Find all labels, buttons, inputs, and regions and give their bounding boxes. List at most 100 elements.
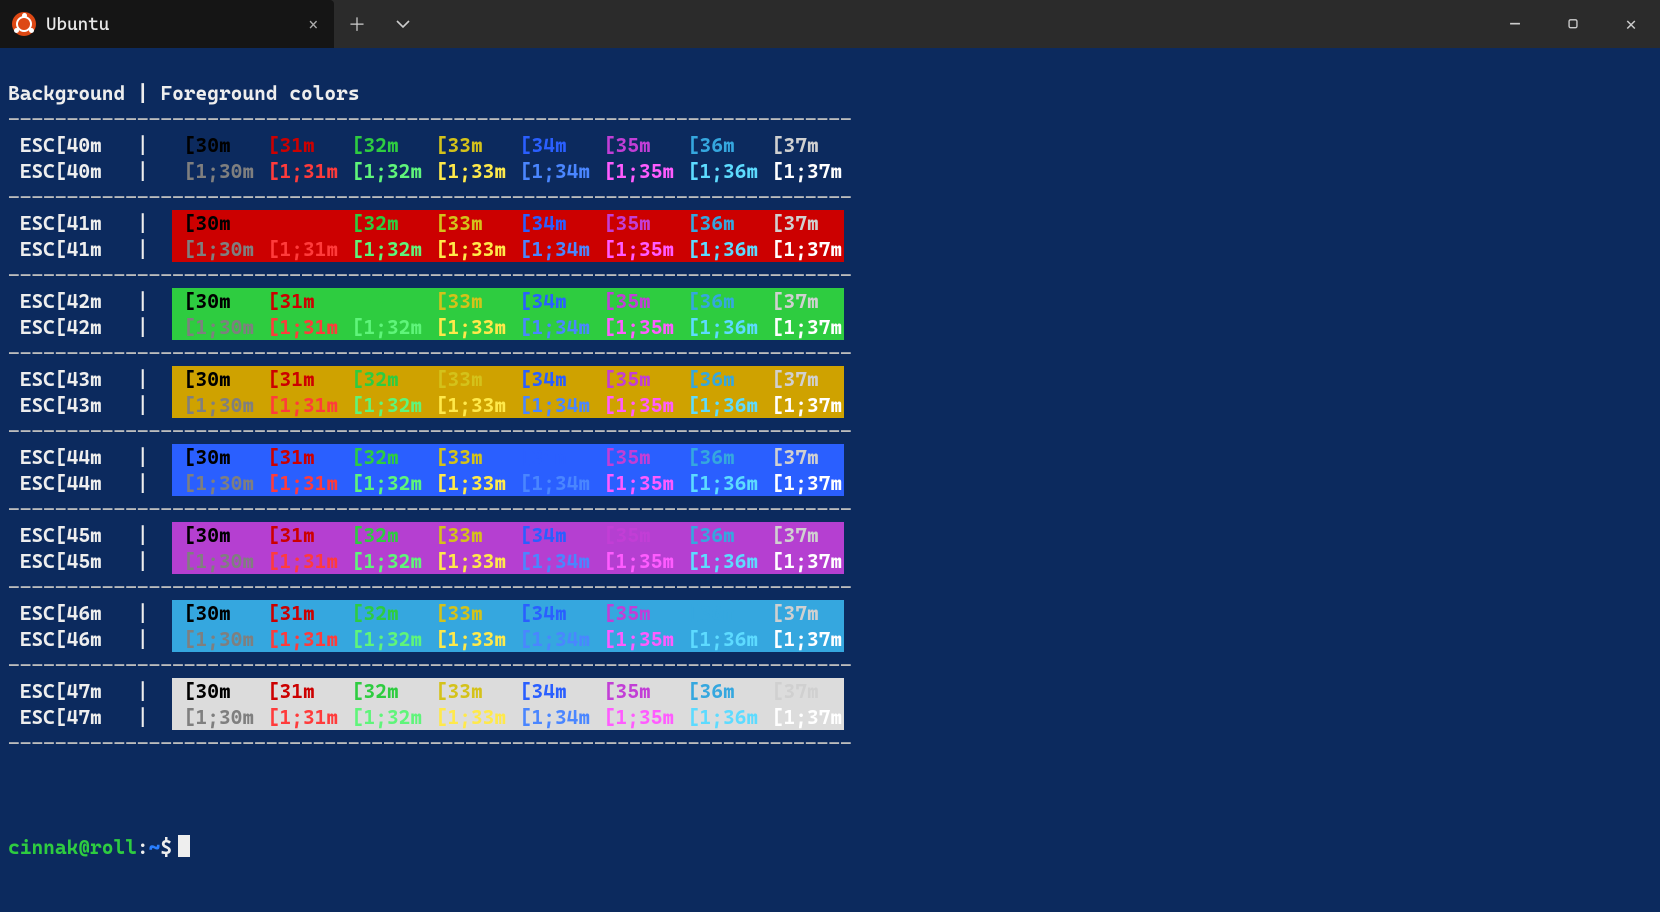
- pipe: |: [137, 393, 172, 417]
- fg-cell: [1;30m: [172, 392, 256, 418]
- bg-escape-label: ESC[43m: [8, 367, 137, 391]
- fg-cell: [31m: [256, 522, 340, 548]
- fg-cell: [32m: [340, 366, 424, 392]
- fg-cell: [34m: [508, 210, 592, 236]
- fg-cell: [1;36m: [676, 704, 760, 730]
- bg-escape-label: ESC[41m: [8, 211, 137, 235]
- color-row: ESC[47m | [1;30m [1;31m [1;32m [1;33m [1…: [8, 704, 1660, 730]
- prompt-sep: :: [137, 835, 149, 859]
- fg-cell: [30m: [172, 132, 256, 158]
- fg-cell: [30m: [172, 288, 256, 314]
- minimize-button[interactable]: —: [1486, 0, 1544, 48]
- pipe: |: [137, 289, 172, 313]
- separator: ----------------------------------------…: [8, 184, 1660, 210]
- color-row: ESC[41m | [30m [31m [32m [33m [34m [35m …: [8, 210, 1660, 236]
- fg-cell: [37m: [760, 132, 844, 158]
- fg-cell: [1;35m: [592, 236, 676, 262]
- fg-cell: [32m: [340, 522, 424, 548]
- fg-cell: [33m: [424, 132, 508, 158]
- fg-cell: [37m: [760, 288, 844, 314]
- fg-cell: [1;31m: [256, 392, 340, 418]
- fg-cell: [1;30m: [172, 236, 256, 262]
- color-row: ESC[42m | [1;30m [1;31m [1;32m [1;33m [1…: [8, 314, 1660, 340]
- bg-swatch: [1;30m [1;31m [1;32m [1;33m [1;34m [1;35…: [172, 314, 844, 340]
- fg-cell: [35m: [592, 210, 676, 236]
- fg-cell: [1;34m: [508, 626, 592, 652]
- fg-cell: [1;32m: [340, 470, 424, 496]
- fg-cell: [36m: [676, 132, 760, 158]
- color-row: ESC[43m | [1;30m [1;31m [1;32m [1;33m [1…: [8, 392, 1660, 418]
- close-tab-button[interactable]: ×: [305, 11, 322, 38]
- fg-cell: [1;37m: [760, 314, 844, 340]
- color-row: ESC[40m | [30m [31m [32m [33m [34m [35m …: [8, 132, 1660, 158]
- fg-cell: [35m: [592, 600, 676, 626]
- header-pipe: |: [125, 81, 160, 105]
- fg-cell: [1;30m: [172, 470, 256, 496]
- fg-cell: [34m: [508, 522, 592, 548]
- fg-cell: [1;30m: [172, 314, 256, 340]
- pipe: |: [137, 523, 172, 547]
- bg-escape-label: ESC[47m: [8, 679, 137, 703]
- fg-cell: [30m: [172, 678, 256, 704]
- color-row: ESC[45m | [30m [31m [32m [33m [34m [35m …: [8, 522, 1660, 548]
- tab-ubuntu[interactable]: Ubuntu ×: [0, 0, 334, 48]
- pipe: |: [137, 679, 172, 703]
- fg-cell: [1;33m: [424, 236, 508, 262]
- terminal-content[interactable]: Background | Foreground colors ---------…: [0, 48, 1660, 886]
- fg-cell: [36m: [676, 288, 760, 314]
- fg-cell: [37m: [760, 600, 844, 626]
- fg-cell: [1;33m: [424, 704, 508, 730]
- bg-escape-label: ESC[44m: [8, 445, 137, 469]
- fg-cell: [1;30m: [172, 548, 256, 574]
- bg-swatch: [1;30m [1;31m [1;32m [1;33m [1;34m [1;35…: [172, 470, 844, 496]
- fg-cell: [30m: [172, 366, 256, 392]
- fg-cell: [37m: [760, 678, 844, 704]
- fg-cell: [35m: [592, 522, 676, 548]
- fg-cell: [1;36m: [676, 626, 760, 652]
- bg-swatch: [1;30m [1;31m [1;32m [1;33m [1;34m [1;35…: [172, 236, 844, 262]
- fg-cell: [1;37m: [760, 548, 844, 574]
- fg-cell: [31m: [256, 132, 340, 158]
- fg-cell: [1;34m: [508, 470, 592, 496]
- fg-cell: [33m: [424, 678, 508, 704]
- bg-swatch: [1;30m [1;31m [1;32m [1;33m [1;34m [1;35…: [172, 158, 844, 184]
- fg-cell: [36m: [676, 366, 760, 392]
- fg-cell: [31m: [256, 600, 340, 626]
- bg-escape-label: ESC[45m: [8, 549, 137, 573]
- fg-cell: [30m: [172, 600, 256, 626]
- fg-cell: [1;33m: [424, 392, 508, 418]
- fg-cell: [34m: [508, 288, 592, 314]
- color-row: ESC[47m | [30m [31m [32m [33m [34m [35m …: [8, 678, 1660, 704]
- fg-cell: [1;30m: [172, 704, 256, 730]
- fg-cell: [31m: [256, 444, 340, 470]
- pipe: |: [137, 471, 172, 495]
- tab-dropdown-button[interactable]: [380, 0, 426, 48]
- fg-cell: [36m: [676, 678, 760, 704]
- fg-cell: [1;34m: [508, 158, 592, 184]
- bg-escape-label: ESC[41m: [8, 237, 137, 261]
- fg-cell: [31m: [256, 210, 340, 236]
- color-row: ESC[44m | [1;30m [1;31m [1;32m [1;33m [1…: [8, 470, 1660, 496]
- fg-cell: [1;30m: [172, 626, 256, 652]
- new-tab-button[interactable]: ＋: [334, 0, 380, 48]
- fg-cell: [1;33m: [424, 314, 508, 340]
- tab-title: Ubuntu: [46, 14, 295, 35]
- bg-escape-label: ESC[40m: [8, 159, 137, 183]
- fg-cell: [1;31m: [256, 158, 340, 184]
- fg-cell: [37m: [760, 366, 844, 392]
- blank-line: [8, 782, 1660, 808]
- fg-cell: [1;36m: [676, 314, 760, 340]
- fg-cell: [34m: [508, 132, 592, 158]
- maximize-button[interactable]: ▢: [1544, 0, 1602, 48]
- prompt-path: ~: [149, 835, 161, 859]
- fg-cell: [33m: [424, 210, 508, 236]
- fg-cell: [1;34m: [508, 236, 592, 262]
- fg-cell: [1;31m: [256, 470, 340, 496]
- fg-cell: [1;32m: [340, 626, 424, 652]
- title-bar: Ubuntu × ＋ — ▢ ✕: [0, 0, 1660, 48]
- close-window-button[interactable]: ✕: [1602, 0, 1660, 48]
- bg-escape-label: ESC[47m: [8, 705, 137, 729]
- fg-cell: [1;36m: [676, 548, 760, 574]
- fg-cell: [1;35m: [592, 470, 676, 496]
- bg-swatch: [1;30m [1;31m [1;32m [1;33m [1;34m [1;35…: [172, 548, 844, 574]
